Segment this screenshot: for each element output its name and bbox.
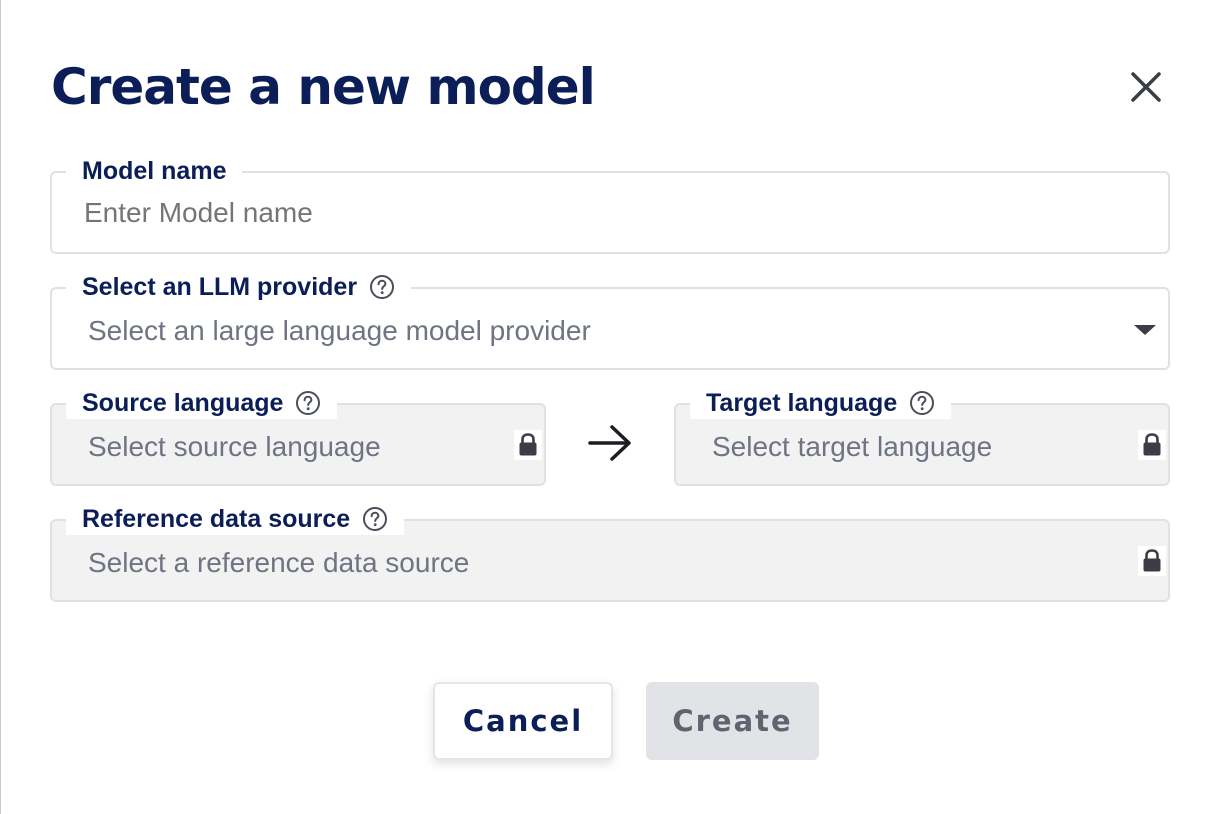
target-language-label: Target language xyxy=(690,387,952,419)
target-language-field: Target language Select target language xyxy=(674,387,1170,486)
llm-provider-label: Select an LLM provider xyxy=(66,271,412,303)
cancel-button[interactable]: Cancel xyxy=(433,682,613,760)
source-language-label-text: Source language xyxy=(82,388,284,417)
model-name-field[interactable]: Model name xyxy=(50,155,1170,254)
help-icon[interactable] xyxy=(362,506,388,532)
llm-provider-placeholder: Select an large language model provider xyxy=(88,315,591,346)
help-icon[interactable] xyxy=(909,390,935,416)
target-language-placeholder: Select target language xyxy=(712,431,993,462)
caret-down-icon[interactable] xyxy=(1132,323,1158,337)
model-name-label: Model name xyxy=(66,155,243,187)
source-language-label: Source language xyxy=(66,387,338,419)
source-language-field: Source language Select source language xyxy=(50,387,546,486)
dialog-title: Create a new model xyxy=(51,58,596,116)
lock-icon xyxy=(514,430,542,460)
source-language-placeholder: Select source language xyxy=(88,431,381,462)
help-icon[interactable] xyxy=(369,274,395,300)
create-model-dialog: Create a new model Model name Select an … xyxy=(0,0,1214,814)
reference-data-source-field: Reference data source Select a reference… xyxy=(50,503,1170,602)
lock-icon xyxy=(1138,430,1166,460)
model-name-input[interactable] xyxy=(84,195,1124,231)
target-language-label-text: Target language xyxy=(706,388,898,417)
llm-provider-label-text: Select an LLM provider xyxy=(82,272,358,301)
reference-data-source-placeholder: Select a reference data source xyxy=(88,547,470,578)
arrow-right-icon xyxy=(585,418,635,468)
model-name-label-text: Model name xyxy=(82,156,227,185)
help-icon[interactable] xyxy=(295,390,321,416)
reference-data-source-label: Reference data source xyxy=(66,503,405,535)
reference-data-source-label-text: Reference data source xyxy=(82,504,351,533)
lock-icon xyxy=(1138,546,1166,576)
create-button[interactable]: Create xyxy=(646,682,819,760)
close-icon[interactable] xyxy=(1125,66,1167,108)
llm-provider-select[interactable]: Select an LLM provider Select an large l… xyxy=(50,271,1170,370)
